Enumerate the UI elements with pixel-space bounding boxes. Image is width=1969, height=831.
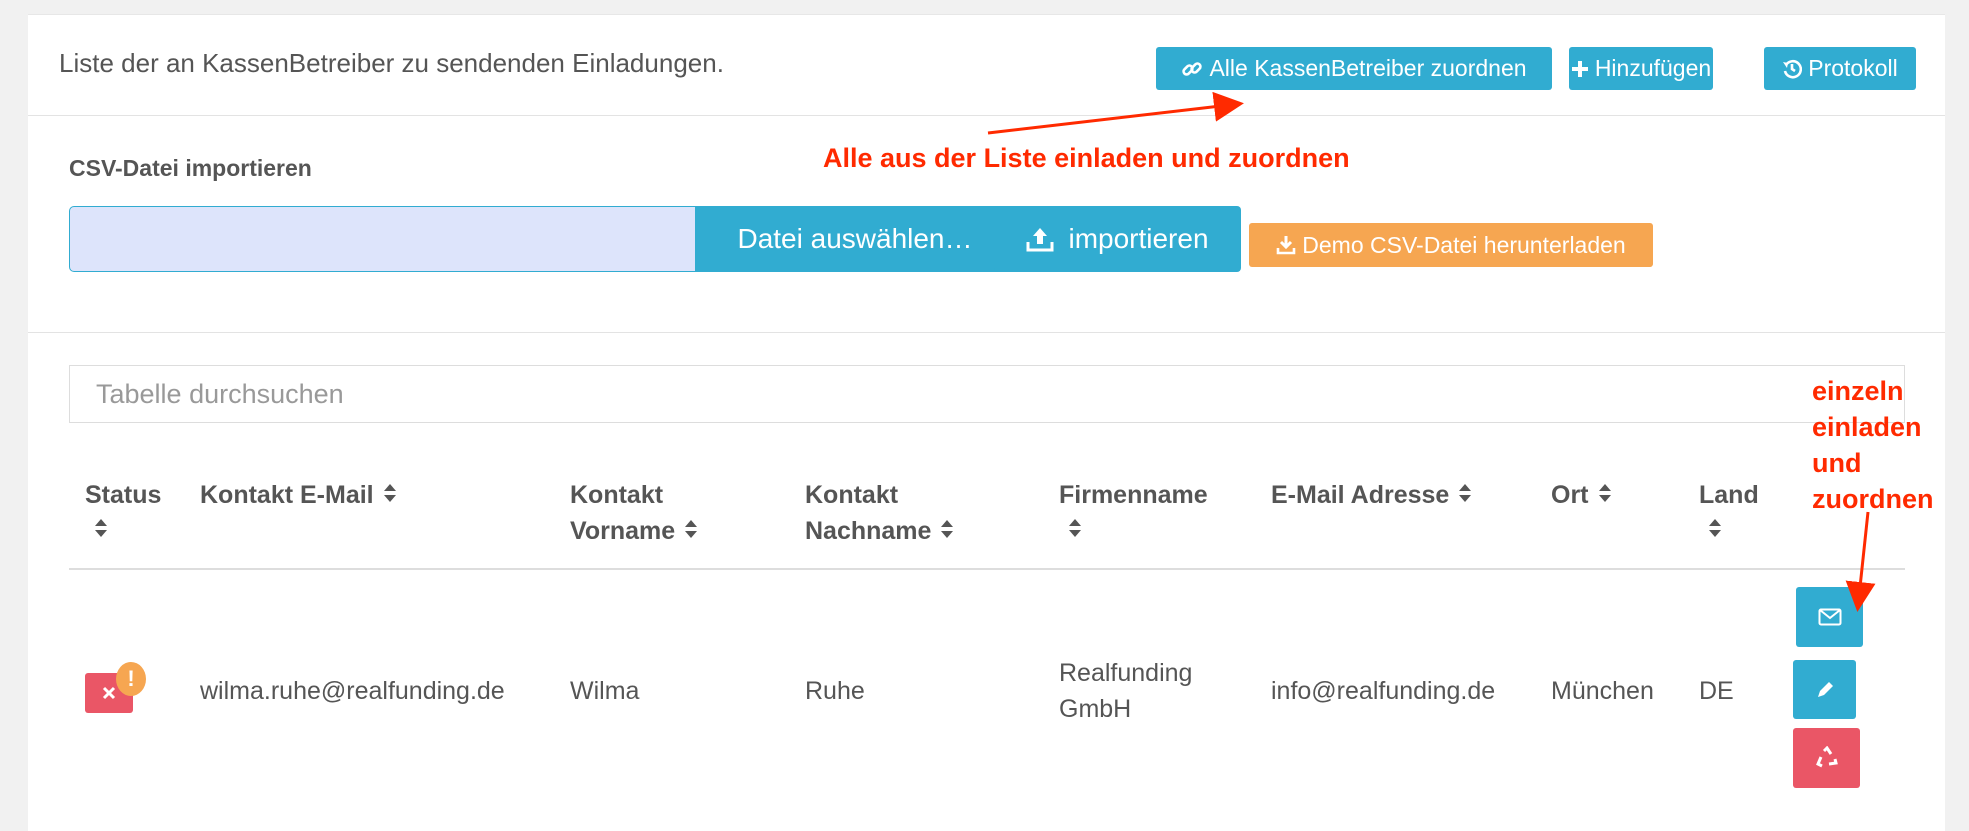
sort-icon (1707, 513, 1759, 549)
cell-contact-email: wilma.ruhe@realfunding.de (200, 677, 505, 705)
demo-csv-label: Demo CSV-Datei herunterladen (1302, 231, 1626, 258)
cell-last-name: Ruhe (805, 677, 865, 705)
table-search-input[interactable]: Tabelle durchsuchen (69, 365, 1905, 423)
envelope-icon (1818, 608, 1841, 626)
file-path-field[interactable] (69, 206, 697, 272)
import-button[interactable]: importieren (994, 206, 1241, 272)
history-icon (1782, 59, 1803, 79)
panel-header: Liste der an KassenBetreiber zu sendende… (28, 15, 1945, 116)
import-label: importieren (1068, 223, 1209, 254)
cell-country: DE (1699, 677, 1734, 705)
column-header-label: E-Mail Adresse (1271, 481, 1450, 509)
cell-company-line: GmbH (1059, 695, 1132, 723)
cell-email: info@realfunding.de (1271, 677, 1496, 705)
table-header-divider (69, 568, 1905, 570)
link-icon (1181, 58, 1203, 80)
upload-icon (1026, 226, 1054, 252)
column-header-label: Kontakt (570, 481, 664, 509)
annotation-line: einzeln (1812, 376, 1904, 406)
edit-button[interactable] (1793, 660, 1856, 719)
annotation-line: einladen (1812, 412, 1922, 442)
column-header-contact-email[interactable]: Kontakt E-Mail (200, 477, 398, 514)
column-header-label: Land (1699, 481, 1759, 509)
cell-city: München (1551, 677, 1654, 705)
column-header-label: Nachname (805, 517, 932, 545)
single-invite-annotation: einzeln einladen und zuordnen (1812, 373, 1934, 517)
assign-all-label: Alle KassenBetreiber zuordnen (1209, 55, 1527, 81)
sort-icon (683, 514, 699, 550)
sort-icon (93, 513, 161, 549)
column-header-contact-first-name[interactable]: Kontakt Vorname (570, 477, 699, 550)
assign-all-button[interactable]: Alle KassenBetreiber zuordnen (1156, 47, 1552, 90)
plus-icon (1571, 60, 1589, 78)
sort-icon (382, 478, 398, 514)
column-header-company[interactable]: Firmenname (1059, 477, 1208, 549)
pencil-icon (1817, 681, 1833, 697)
section-divider (28, 332, 1945, 333)
column-header-label: Firmenname (1059, 481, 1208, 509)
annotation-line: und (1812, 448, 1862, 478)
add-label: Hinzufügen (1594, 55, 1712, 81)
download-icon (1276, 235, 1296, 255)
assign-all-annotation: Alle aus der Liste einladen und zuordnen (823, 143, 1350, 173)
cell-company: Realfunding GmbH (1059, 655, 1192, 727)
sort-icon (1597, 478, 1613, 514)
protocol-button[interactable]: Protokoll (1764, 47, 1916, 90)
cell-company-line: Realfunding (1059, 659, 1193, 687)
csv-import-label: CSV-Datei importieren (69, 155, 312, 181)
sort-icon (1457, 478, 1473, 514)
column-header-status[interactable]: Status (85, 477, 161, 549)
sort-icon (939, 514, 955, 550)
choose-file-label: Datei auswählen… (737, 223, 973, 254)
recycle-icon (1815, 746, 1838, 768)
column-header-label: Kontakt E-Mail (200, 481, 374, 509)
table-search-placeholder: Tabelle durchsuchen (96, 379, 344, 409)
column-header-email[interactable]: E-Mail Adresse (1271, 477, 1473, 514)
close-icon (102, 686, 116, 700)
demo-csv-download-button[interactable]: Demo CSV-Datei herunterladen (1249, 223, 1653, 267)
delete-button[interactable] (1793, 728, 1860, 788)
status-warning-badge: ! (116, 662, 146, 696)
column-header-label: Ort (1551, 481, 1589, 509)
column-header-country[interactable]: Land (1699, 477, 1759, 549)
column-header-contact-last-name[interactable]: Kontakt Nachname (805, 477, 955, 550)
add-button[interactable]: Hinzufügen (1569, 47, 1713, 90)
annotation-line: zuordnen (1812, 484, 1934, 514)
send-invite-button[interactable] (1796, 587, 1863, 647)
column-header-city[interactable]: Ort (1551, 477, 1613, 514)
choose-file-button[interactable]: Datei auswählen… (695, 206, 1015, 272)
page-title: Liste der an KassenBetreiber zu sendende… (59, 48, 724, 78)
column-header-label: Vorname (570, 517, 676, 545)
column-header-label: Kontakt (805, 481, 899, 509)
cell-first-name: Wilma (570, 677, 640, 705)
protocol-label: Protokoll (1808, 55, 1898, 81)
invitations-panel: Liste der an KassenBetreiber zu sendende… (28, 14, 1945, 831)
column-header-label: Status (85, 481, 162, 509)
sort-icon (1067, 513, 1208, 549)
